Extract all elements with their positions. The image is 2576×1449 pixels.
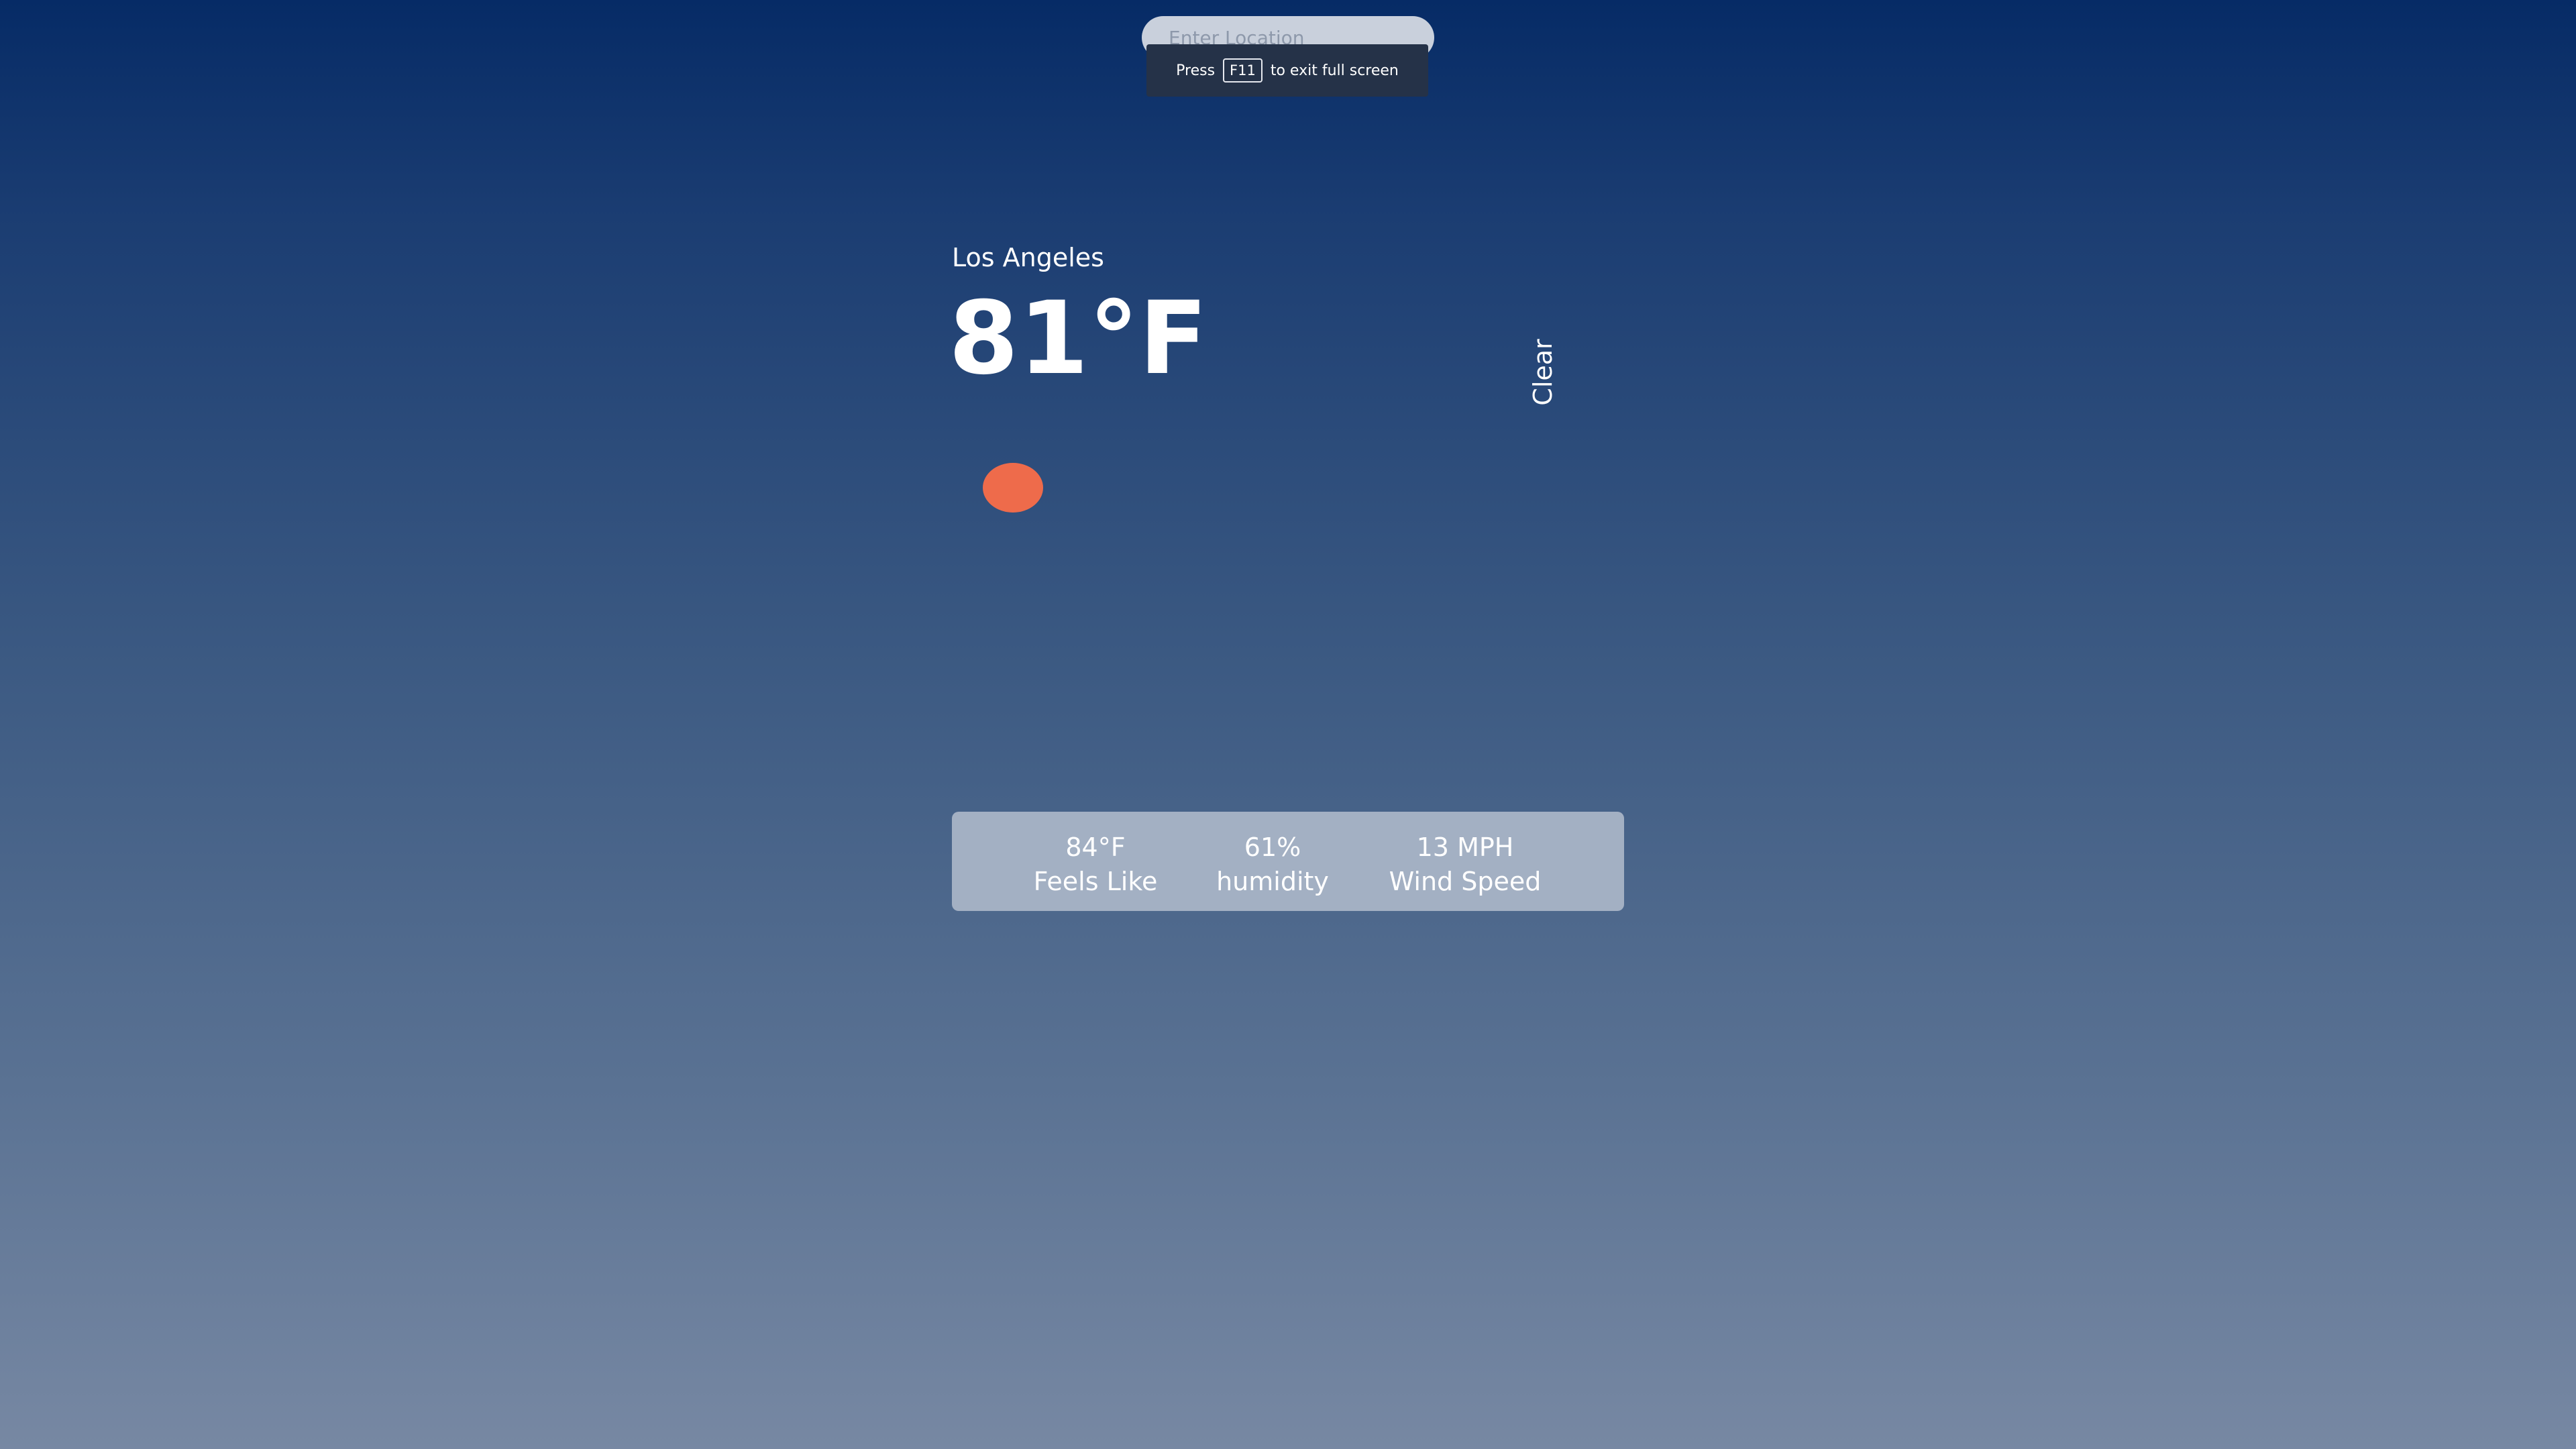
humidity-label: humidity <box>1216 867 1329 897</box>
city-name: Los Angeles <box>952 243 1104 272</box>
wind-speed-value: 13 MPH <box>1416 833 1514 862</box>
fullscreen-notice-prefix: Press <box>1176 62 1216 79</box>
humidity-value: 61% <box>1244 833 1301 862</box>
wind-speed-stat: 13 MPH Wind Speed <box>1389 830 1542 900</box>
weather-stats-panel: 84°F Feels Like 61% humidity 13 MPH Wind… <box>952 812 1624 911</box>
feels-like-stat: 84°F Feels Like <box>1034 830 1158 900</box>
fullscreen-key-badge: F11 <box>1223 58 1263 83</box>
wind-speed-label: Wind Speed <box>1389 867 1542 897</box>
humidity-stat: 61% humidity <box>1216 830 1329 900</box>
current-temperature: 81°F <box>949 280 1208 397</box>
weather-condition: Clear <box>1528 339 1558 406</box>
feels-like-value: 84°F <box>1065 833 1126 862</box>
fullscreen-notice-suffix: to exit full screen <box>1270 62 1399 79</box>
feels-like-label: Feels Like <box>1033 867 1158 897</box>
sun-icon <box>983 463 1043 513</box>
fullscreen-notice: Press F11 to exit full screen <box>1146 44 1428 97</box>
